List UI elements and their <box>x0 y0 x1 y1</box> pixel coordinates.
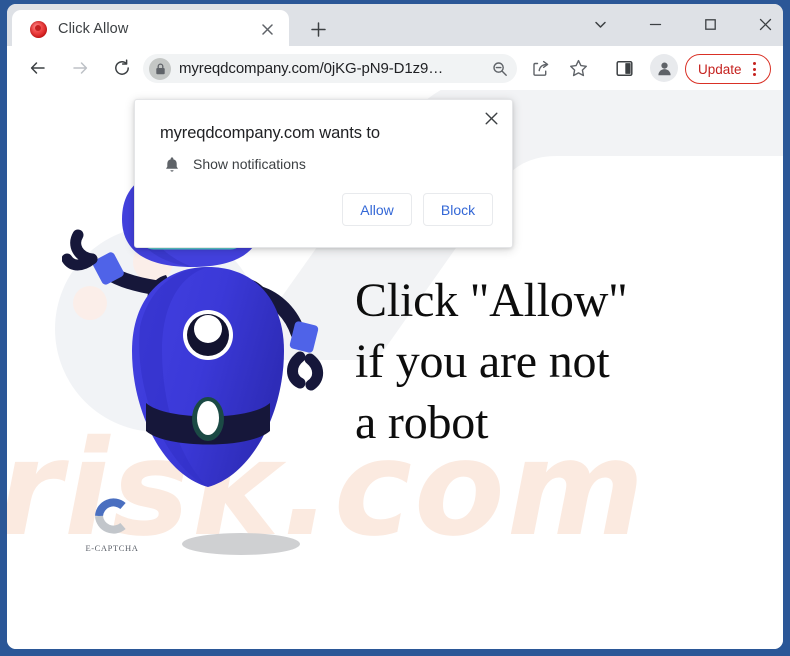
browser-toolbar: myreqdcompany.com/0jKG-pN9-D1z9… Update <box>7 46 783 91</box>
new-tab-button[interactable] <box>305 16 331 42</box>
headline-line: a robot <box>355 396 489 449</box>
address-bar[interactable]: myreqdcompany.com/0jKG-pN9-D1z9… <box>143 54 517 83</box>
dialog-close-icon[interactable] <box>478 105 504 131</box>
bookmark-star-icon[interactable] <box>565 55 592 82</box>
page-viewport: risk.com E-CAPTCHA Click "Allow" if you … <box>7 90 783 649</box>
headline-line: if you are not <box>355 335 610 388</box>
window-close-icon[interactable] <box>744 8 783 40</box>
share-icon[interactable] <box>527 55 554 82</box>
update-button[interactable]: Update <box>685 54 771 84</box>
block-button[interactable]: Block <box>423 193 493 226</box>
tab-title: Click Allow <box>58 21 129 37</box>
headline-line: Click "Allow" <box>355 274 628 327</box>
window-maximize-icon[interactable] <box>689 8 731 40</box>
tab-favicon-icon <box>30 21 47 38</box>
tab-search-chevron-down-icon[interactable] <box>579 8 621 40</box>
e-captcha-logo: E-CAPTCHA <box>79 496 145 553</box>
page-headline: Click "Allow" if you are not a robot <box>355 270 628 453</box>
window-minimize-icon[interactable] <box>634 8 676 40</box>
address-bar-url: myreqdcompany.com/0jKG-pN9-D1z9… <box>179 60 444 77</box>
tab-strip: Click Allow <box>7 4 783 46</box>
browser-window-inner: Click Allow myreqdcompany.com/0jKG-pN9-D… <box>7 4 783 649</box>
profile-avatar-icon[interactable] <box>650 54 678 82</box>
dialog-request-label: Show notifications <box>193 156 306 172</box>
update-button-label: Update <box>698 61 742 77</box>
forward-arrow-right-icon <box>65 53 95 83</box>
robot-shadow <box>182 533 300 555</box>
bell-icon <box>162 154 182 174</box>
allow-button[interactable]: Allow <box>342 193 412 226</box>
lock-icon[interactable] <box>149 57 171 80</box>
side-panel-icon[interactable] <box>611 55 638 82</box>
dialog-title: myreqdcompany.com wants to <box>160 124 380 142</box>
reload-icon[interactable] <box>107 53 137 83</box>
three-dot-menu-icon[interactable] <box>744 58 766 80</box>
zoom-out-icon[interactable] <box>488 57 512 81</box>
browser-tab[interactable]: Click Allow <box>12 10 289 46</box>
tab-close-icon[interactable] <box>257 19 277 39</box>
e-captcha-logo-caption: E-CAPTCHA <box>85 543 139 553</box>
notification-permission-dialog: myreqdcompany.com wants to Show notifica… <box>134 99 513 248</box>
captcha-c-icon <box>95 498 126 534</box>
browser-window: Click Allow myreqdcompany.com/0jKG-pN9-D… <box>0 0 790 656</box>
back-arrow-left-icon[interactable] <box>23 53 53 83</box>
